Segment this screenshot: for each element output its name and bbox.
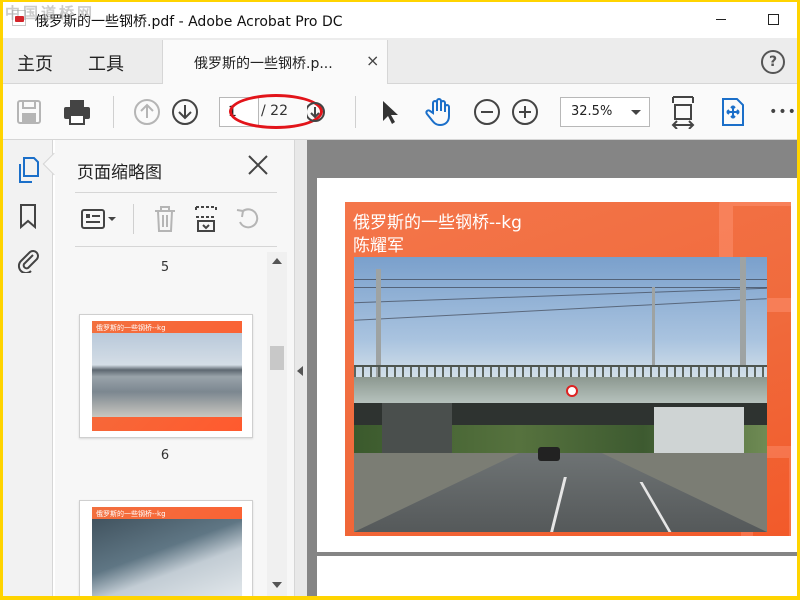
thumbnail-slide-title: 俄罗斯的一些钢桥--kg (96, 510, 166, 518)
save-button[interactable] (13, 96, 45, 128)
zoom-in-button[interactable] (509, 96, 541, 128)
zoom-out-icon (474, 99, 500, 125)
pdf-file-icon (12, 10, 26, 26)
print-icon (64, 100, 90, 125)
page-thumbnails-button[interactable] (15, 156, 41, 184)
page-label-5: 5 (160, 260, 170, 275)
fit-page-icon (671, 96, 695, 129)
thumbnail-list: 5 俄罗斯的一些钢桥--kg 6 俄罗斯的一些钢桥--kg (75, 250, 287, 596)
tab-document-label: 俄罗斯的一些钢桥.p... (194, 56, 333, 72)
page-up-icon (134, 99, 160, 125)
minimize-button[interactable] (701, 6, 741, 32)
extract-page-button[interactable] (191, 204, 221, 234)
tab-document[interactable]: 俄罗斯的一些钢桥.p... × (162, 40, 388, 84)
thumbnail-scrollbar[interactable] (267, 252, 287, 596)
print-button[interactable] (61, 96, 93, 128)
zoom-out-button[interactable] (471, 96, 503, 128)
hand-tool-button[interactable] (423, 96, 455, 128)
slide: 俄罗斯的一些钢桥--kg 陈耀军 (345, 202, 791, 536)
bridge-photo (354, 257, 767, 532)
next-page-partial-button[interactable] (307, 96, 327, 128)
navigation-rail (3, 140, 53, 596)
thumbnail-options-button[interactable] (79, 204, 119, 234)
attachments-button[interactable] (15, 246, 41, 274)
options-menu-icon (81, 209, 116, 229)
slide-author: 陈耀军 (353, 236, 404, 256)
bookmark-icon (20, 204, 36, 229)
tab-home[interactable]: 主页 (17, 50, 53, 76)
help-button[interactable]: ? (761, 50, 785, 74)
panel-close-button[interactable] (245, 152, 271, 178)
zoom-level-value: 32.5% (571, 104, 613, 119)
next-pdf-page (317, 556, 797, 596)
scroll-up-arrow-icon[interactable] (272, 258, 282, 264)
close-icon (248, 155, 268, 175)
maximize-icon (767, 13, 779, 25)
hand-icon (425, 98, 450, 127)
trash-icon (155, 206, 175, 232)
pdf-page: 俄罗斯的一些钢桥--kg 陈耀军 (317, 178, 797, 552)
next-page-button[interactable] (169, 96, 201, 128)
tab-close-button[interactable]: × (366, 51, 379, 70)
minimize-icon (716, 18, 726, 20)
page-down-icon (307, 102, 325, 122)
zoom-in-icon (512, 99, 538, 125)
zoom-level-select[interactable]: 32.5% (560, 97, 650, 127)
toolbar: 1 / 22 32.5% ••• (3, 84, 797, 140)
slide-title: 俄罗斯的一些钢桥--kg (353, 213, 522, 233)
page-thumbnail-6[interactable]: 俄罗斯的一些钢桥--kg (79, 314, 253, 438)
previous-page-button[interactable] (131, 96, 163, 128)
rotate-page-button[interactable] (233, 204, 263, 234)
maximize-button[interactable] (753, 6, 793, 32)
fit-page-button[interactable] (667, 96, 699, 129)
extract-page-icon (195, 206, 217, 232)
panel-collapse-handle[interactable] (295, 140, 307, 596)
scroll-down-arrow-icon[interactable] (272, 582, 282, 588)
page-down-icon (172, 99, 198, 125)
page-thumbnail-7[interactable]: 俄罗斯的一些钢桥--kg (79, 500, 253, 596)
page-label-6: 6 (160, 448, 170, 463)
full-screen-icon (722, 98, 744, 126)
pages-icon (19, 157, 39, 183)
full-screen-button[interactable] (717, 96, 749, 128)
bookmarks-button[interactable] (15, 202, 41, 230)
thumbnails-panel: 页面缩略图 5 俄罗斯的一些钢桥--kg 6 俄罗斯的一些钢桥--kg (42, 140, 295, 596)
rotate-icon (236, 208, 259, 229)
more-tools-button[interactable]: ••• (767, 96, 797, 128)
collapse-arrow-icon (297, 366, 303, 376)
window-title: 俄罗斯的一些钢桥.pdf - Adobe Acrobat Pro DC (35, 14, 343, 30)
title-bar: 俄罗斯的一些钢桥.pdf - Adobe Acrobat Pro DC (3, 2, 797, 36)
document-view[interactable]: 俄罗斯的一些钢桥--kg 陈耀军 (307, 140, 797, 596)
chevron-down-icon (631, 110, 641, 115)
panel-title: 页面缩略图 (77, 163, 162, 183)
select-tool-button[interactable] (373, 96, 405, 128)
delete-page-button[interactable] (151, 204, 179, 234)
select-arrow-icon (383, 101, 398, 124)
attachment-icon (17, 250, 39, 273)
tab-tools[interactable]: 工具 (88, 50, 124, 76)
scrollbar-thumb[interactable] (270, 346, 284, 370)
tab-bar: 主页 工具 俄罗斯的一些钢桥.p... × ? (3, 38, 797, 84)
save-icon (17, 100, 41, 124)
thumbnail-slide-title: 俄罗斯的一些钢桥--kg (96, 324, 166, 332)
acrobat-window: 俄罗斯的一些钢桥.pdf - Adobe Acrobat Pro DC 中国道桥… (3, 2, 797, 596)
